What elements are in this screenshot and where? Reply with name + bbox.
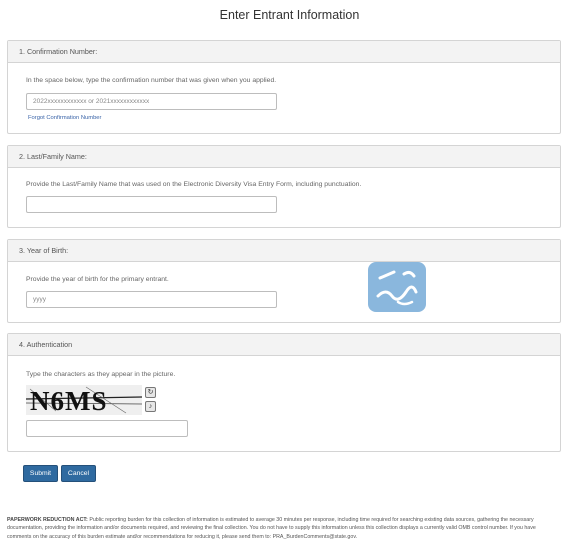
year-of-birth-input[interactable] (26, 291, 277, 308)
cancel-button[interactable]: Cancel (61, 465, 96, 482)
year-of-birth-panel: 3. Year of Birth: Provide the year of bi… (7, 239, 561, 323)
paperwork-reduction-notice: PAPERWORK REDUCTION ACT: Public reportin… (7, 516, 561, 541)
refresh-icon[interactable]: ↻ (145, 387, 156, 398)
watermark-logo (368, 262, 426, 312)
confirmation-heading: 1. Confirmation Number: (8, 41, 560, 63)
authentication-description: Type the characters as they appear in th… (26, 371, 176, 378)
page-title: Enter Entrant Information (219, 8, 360, 22)
authentication-panel: 4. Authentication Type the characters as… (7, 333, 561, 452)
confirmation-description: In the space below, type the confirmatio… (26, 77, 277, 84)
last-name-panel: 2. Last/Family Name: Provide the Last/Fa… (7, 145, 561, 228)
confirmation-panel: 1. Confirmation Number: In the space bel… (7, 40, 561, 134)
notice-label: PAPERWORK REDUCTION ACT: (7, 517, 88, 523)
captcha-noise-icon: N6MS (26, 385, 142, 415)
confirmation-number-input[interactable] (26, 93, 277, 110)
forgot-confirmation-link[interactable]: Forgot Confirmation Number (28, 115, 101, 121)
audio-icon[interactable]: ♪ (145, 401, 156, 412)
year-of-birth-heading: 3. Year of Birth: (8, 240, 560, 262)
last-name-heading: 2. Last/Family Name: (8, 146, 560, 168)
authentication-heading: 4. Authentication (8, 334, 560, 356)
captcha-image: N6MS (26, 385, 142, 415)
captcha-text: N6MS (30, 386, 108, 415)
captcha-input[interactable] (26, 420, 188, 437)
last-name-description: Provide the Last/Family Name that was us… (26, 181, 362, 188)
watermark-glyph-icon (376, 270, 418, 306)
submit-button[interactable]: Submit (23, 465, 58, 482)
last-name-input[interactable] (26, 196, 277, 213)
year-of-birth-description: Provide the year of birth for the primar… (26, 276, 169, 283)
